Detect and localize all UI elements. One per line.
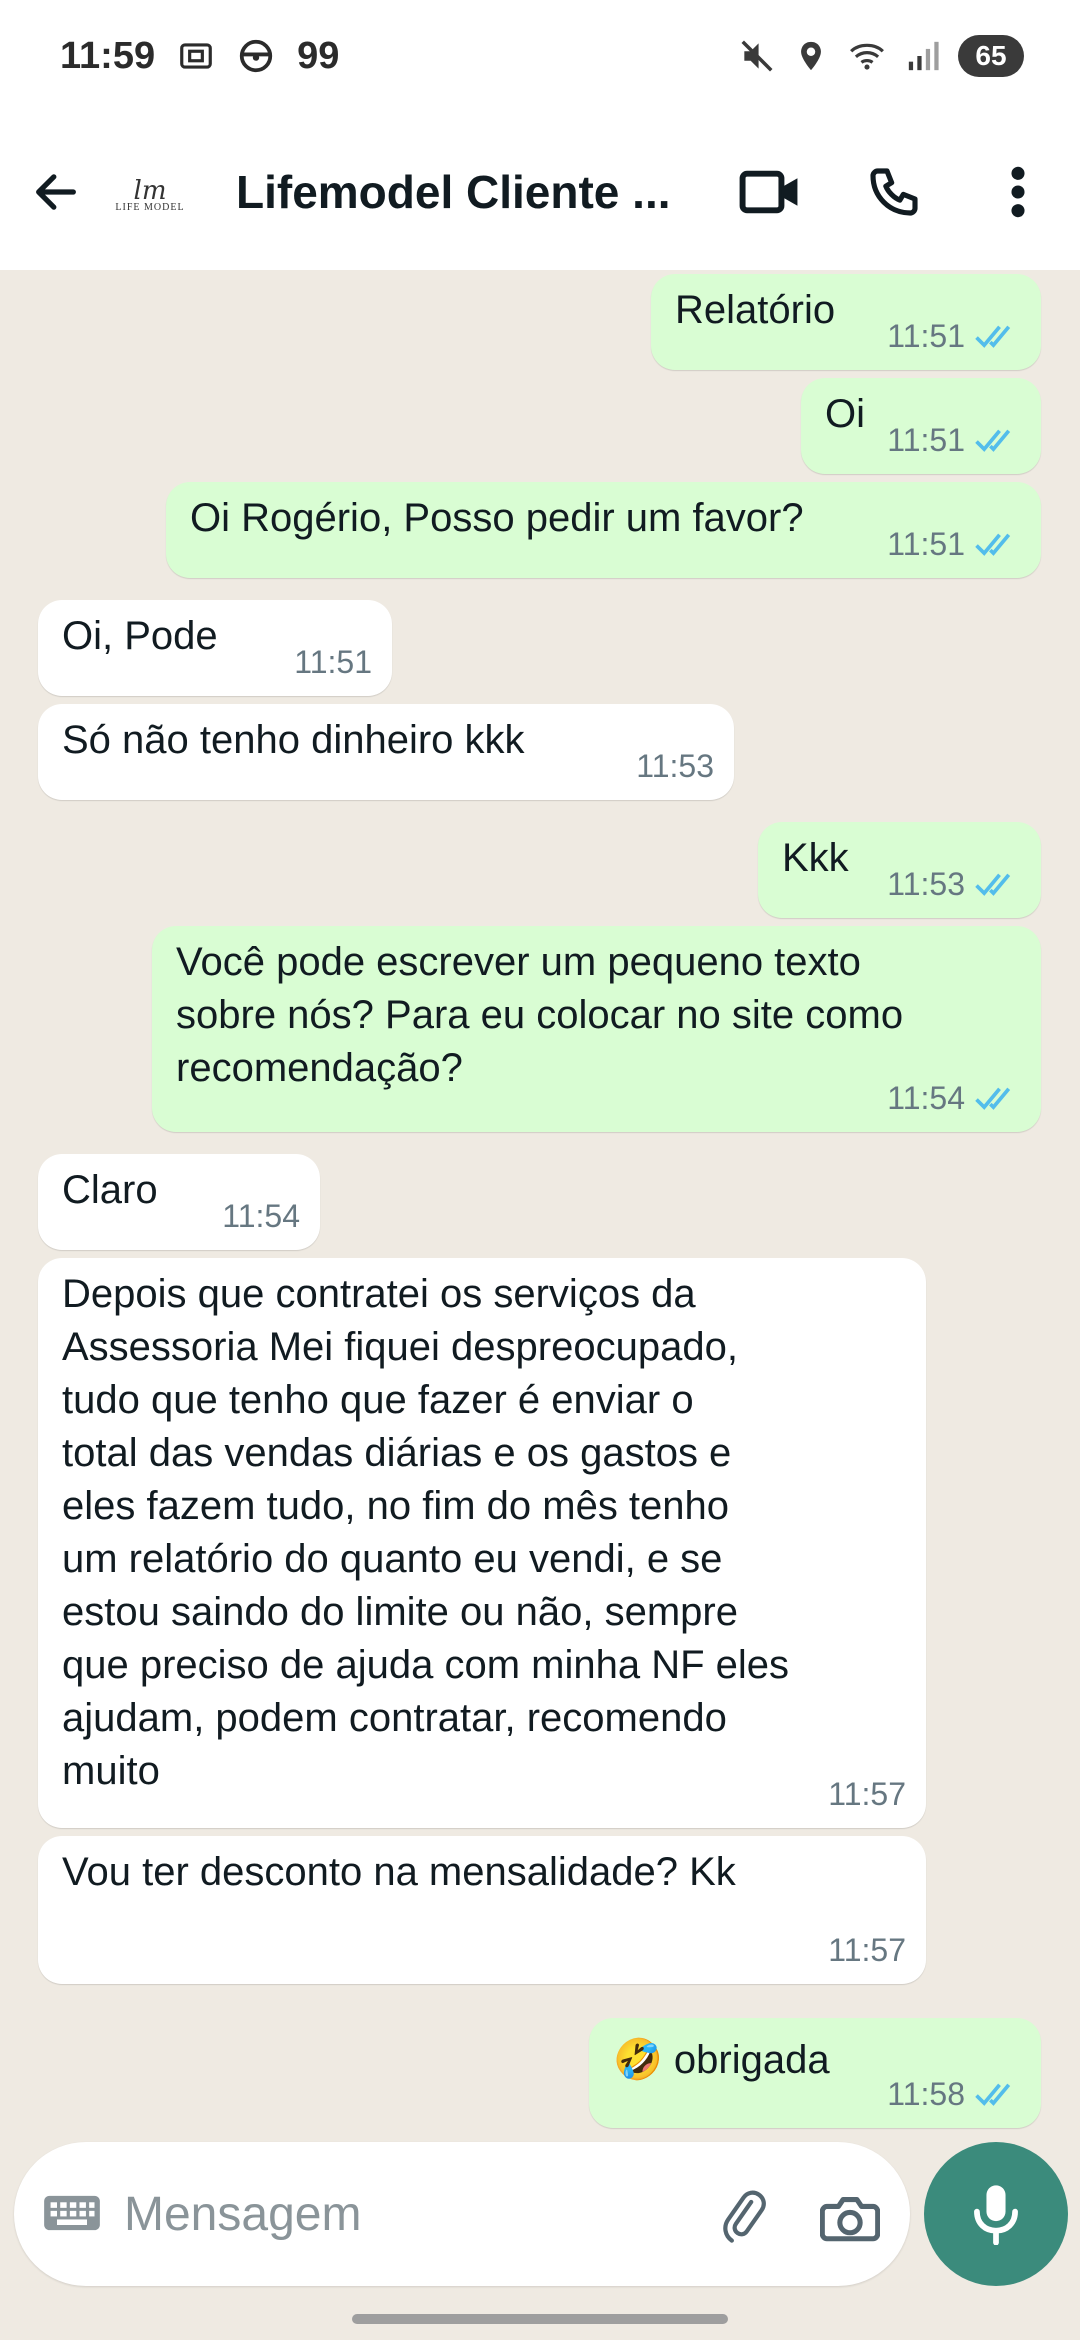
avatar-logo-text: LIFE MODEL (115, 201, 185, 213)
avatar[interactable]: lm LIFE MODEL (104, 150, 196, 242)
driving-mode-icon (237, 37, 275, 75)
status-left: 11:59 99 (60, 35, 339, 78)
double-check-icon (975, 1087, 1011, 1110)
message-text: Claro (62, 1168, 158, 1212)
message-time: 11:57 (828, 1932, 906, 1968)
battery-indicator: 65 (958, 35, 1024, 77)
message-time: 11:51 (294, 644, 372, 680)
arrow-left-icon (36, 174, 76, 210)
status-time: 11:59 (60, 34, 156, 77)
message-time: 11:54 (222, 1198, 300, 1234)
microphone-icon (974, 2185, 1018, 2245)
more-vertical-icon (1011, 166, 1025, 218)
message-text: Só não tenho dinheiro kkk (62, 718, 525, 762)
double-check-icon (975, 2083, 1011, 2106)
attach-button[interactable] (704, 2178, 784, 2258)
video-call-button[interactable] (730, 152, 810, 232)
double-check-icon (975, 873, 1011, 896)
message-time: 11:51 (887, 422, 965, 458)
screenshot-icon (177, 37, 215, 75)
message-text: Oi, Pode (62, 614, 218, 658)
message-text: Oi (825, 392, 865, 436)
message-meta: 11:51 (294, 644, 372, 680)
message-text: Vou ter desconto na mensalidade? Kk (62, 1850, 736, 1894)
message-meta: 11:58 (887, 2076, 1021, 2112)
message-text: Oi Rogério, Posso pedir um favor? (190, 496, 804, 540)
message-text: Relatório (675, 288, 836, 332)
wifi-icon (846, 37, 888, 75)
message-outgoing[interactable]: Oi Rogério, Posso pedir um favor? 11:51 (166, 482, 1041, 578)
message-input[interactable] (124, 2176, 684, 2252)
back-button[interactable] (18, 154, 94, 230)
message-outgoing[interactable]: Relatório 11:51 (651, 274, 1041, 370)
message-outgoing[interactable]: Kkk 11:53 (758, 822, 1041, 918)
status-right: 65 (738, 35, 1024, 77)
message-time: 11:54 (887, 1080, 965, 1116)
message-meta: 11:57 (828, 1932, 906, 1968)
camera-icon (820, 2197, 880, 2242)
message-outgoing[interactable]: Oi 11:51 (801, 378, 1041, 474)
chat-header: lm LIFE MODEL Lifemodel Cliente ... (0, 112, 1080, 270)
message-meta: 11:51 (887, 526, 1021, 562)
paperclip-icon (723, 2190, 766, 2243)
message-text: Depois que contratei os serviços da Asse… (62, 1272, 790, 1793)
message-meta: 11:51 (887, 318, 1021, 354)
message-time: 11:53 (887, 866, 965, 902)
message-outgoing[interactable]: 🤣 obrigada 11:58 (589, 2018, 1041, 2128)
mute-icon (738, 37, 776, 75)
message-text: Você pode escrever um pequeno texto sobr… (176, 940, 904, 1090)
message-meta: 11:53 (636, 748, 714, 784)
message-incoming[interactable]: Oi, Pode 11:51 (38, 600, 392, 696)
message-time: 11:51 (887, 318, 965, 354)
message-text: 🤣 obrigada (613, 2038, 830, 2082)
message-time: 11:58 (887, 2076, 965, 2112)
message-outgoing[interactable]: Você pode escrever um pequeno texto sobr… (152, 926, 1041, 1132)
message-time: 11:53 (636, 748, 714, 784)
video-camera-icon (739, 170, 798, 214)
message-meta: 11:57 (828, 1776, 906, 1812)
double-check-icon (975, 429, 1011, 452)
double-check-icon (975, 533, 1011, 556)
more-options-button[interactable] (978, 152, 1058, 232)
location-icon (794, 37, 828, 75)
message-time: 11:51 (887, 526, 965, 562)
status-bar: 11:59 99 65 (0, 0, 1080, 112)
phone-icon (870, 168, 918, 216)
gesture-navigation-bar[interactable] (352, 2314, 728, 2324)
chat-messages[interactable]: Relatório 11:51 Oi 11:51 Oi Rogério, Pos… (0, 270, 1080, 2140)
message-meta: 11:54 (222, 1198, 300, 1234)
message-incoming[interactable]: Claro 11:54 (38, 1154, 320, 1250)
message-incoming[interactable]: Depois que contratei os serviços da Asse… (38, 1258, 926, 1828)
message-meta: 11:51 (887, 422, 1021, 458)
signal-icon (906, 39, 940, 73)
camera-button[interactable] (810, 2178, 890, 2258)
message-incoming[interactable]: Só não tenho dinheiro kkk 11:53 (38, 704, 734, 800)
avatar-logo-mark: lm (133, 175, 167, 206)
double-check-icon (975, 325, 1011, 348)
message-meta: 11:53 (887, 866, 1021, 902)
keyboard-icon[interactable] (42, 2186, 102, 2245)
message-time: 11:57 (828, 1776, 906, 1812)
notification-count: 99 (297, 34, 340, 77)
voice-message-button[interactable] (924, 2142, 1068, 2286)
voice-call-button[interactable] (854, 152, 934, 232)
chat-title[interactable]: Lifemodel Cliente ... (236, 152, 676, 232)
message-composer (14, 2142, 910, 2286)
message-text: Kkk (782, 836, 849, 880)
message-incoming[interactable]: Vou ter desconto na mensalidade? Kk 11:5… (38, 1836, 926, 1984)
message-meta: 11:54 (887, 1080, 1021, 1116)
